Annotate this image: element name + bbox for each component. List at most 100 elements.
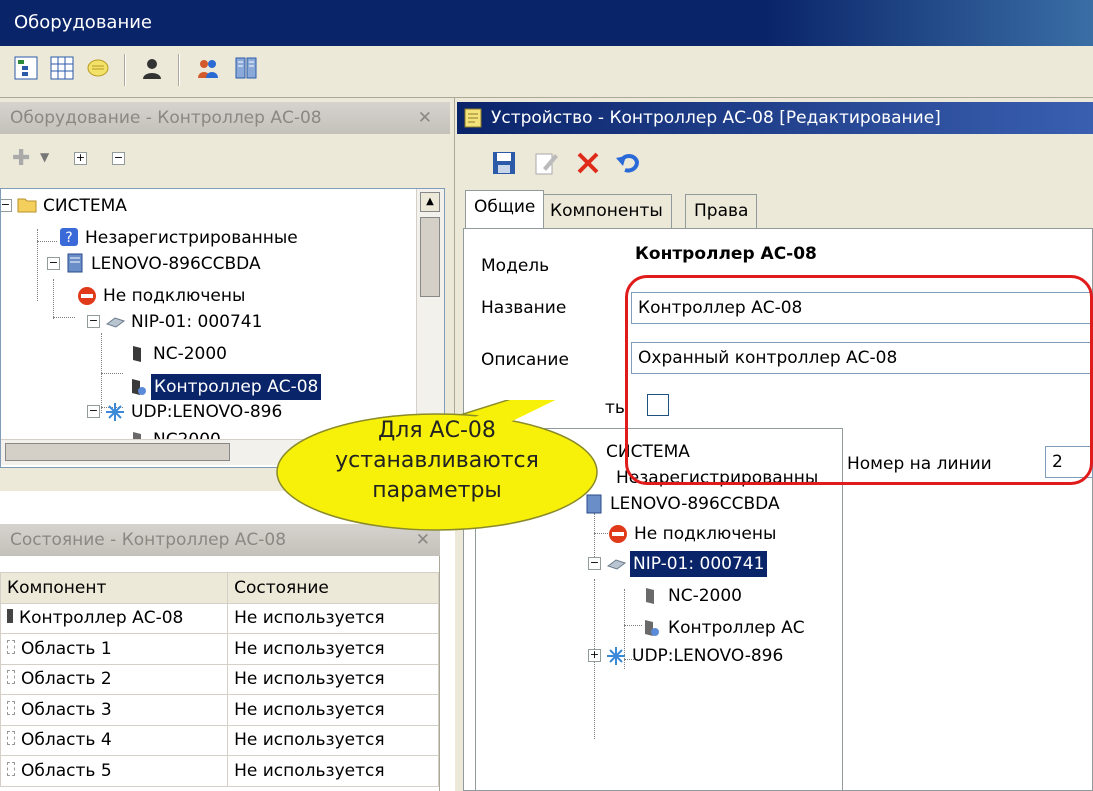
tree-item-label: Незарегистрированные [85, 228, 298, 248]
tree-item-label: Не подключены [103, 286, 246, 306]
equipment-panel-title: Оборудование - Контроллер АС-08 ✕ [0, 102, 450, 134]
svg-text:?: ? [65, 230, 72, 246]
tree-item-label: UDP:LENOVO-896 [131, 402, 283, 422]
column-header[interactable]: Компонент [0, 572, 229, 604]
main-toolbar [0, 46, 1093, 98]
scroll-up-icon[interactable]: ▲ [420, 192, 440, 212]
device-icon [105, 317, 125, 328]
window-title-bar: Оборудование [0, 0, 1093, 46]
device-toolbar [463, 142, 1083, 186]
equipment-toolbar: ✚ ▼ + − [4, 138, 444, 178]
tree-item-label: NC-2000 [153, 344, 227, 364]
tree-view-icon[interactable] [14, 56, 38, 80]
window-title: Оборудование [14, 12, 152, 33]
network-icon [607, 647, 625, 665]
model-value: Контроллер АС-08 [635, 244, 817, 264]
server-icon [67, 253, 83, 273]
state-panel-title-text: Состояние - Контроллер АС-08 [10, 530, 287, 550]
tab-components[interactable]: Компоненты [541, 194, 672, 228]
area-icon [7, 700, 15, 715]
callout-line: устанавливаются [335, 448, 539, 473]
properties-area [841, 432, 1093, 791]
table-row[interactable]: Область 5 Не используется [0, 755, 439, 787]
table-row[interactable]: Область 3 Не используется [0, 694, 439, 726]
tree-item-label: LENOVO-896CCBDA [610, 494, 780, 514]
network-icon [106, 403, 124, 421]
cell-component: Область 2 [21, 669, 112, 690]
tree-item-label: NC-2000 [668, 586, 742, 606]
controller-icon [133, 346, 141, 362]
tree-item-label: NIP-01: 000741 [630, 551, 768, 577]
state-panel: Состояние - Контроллер АС-08 ✕ Компонент… [0, 520, 440, 791]
users-icon[interactable] [196, 56, 220, 80]
cell-state: Не используется [227, 724, 439, 756]
state-table: Компонент Состояние Контроллер АС-08 Не и… [0, 572, 439, 787]
column-header[interactable]: Состояние [227, 572, 439, 604]
save-icon[interactable] [491, 150, 517, 176]
tree-item-label: Контроллер АС-08 [151, 374, 322, 400]
question-icon: ? [60, 228, 78, 246]
area-icon [7, 639, 15, 654]
cell-state: Не используется [227, 633, 439, 665]
cell-state: Не используется [227, 755, 439, 787]
area-icon [7, 761, 15, 776]
table-row[interactable]: Область 4 Не используется [0, 724, 439, 756]
checkbox-label: ть [605, 398, 625, 418]
document-icon [464, 108, 482, 128]
expand-all-icon[interactable]: + [74, 152, 87, 165]
no-entry-icon [78, 287, 96, 305]
table-row[interactable]: Область 1 Не используется [0, 633, 439, 665]
controller-icon [132, 379, 146, 395]
note-icon[interactable] [86, 56, 110, 80]
tree-item-label: Не подключены [634, 524, 777, 544]
scroll-thumb[interactable] [5, 443, 230, 461]
add-icon[interactable]: ✚ [12, 146, 30, 171]
cell-component: Область 1 [21, 638, 112, 659]
cell-state: Не используется [227, 602, 439, 634]
area-icon [7, 731, 15, 746]
callout-line: Для АС-08 [378, 418, 496, 443]
tree-item-label: UDP:LENOVO-896 [632, 646, 784, 666]
equipment-panel-title-text: Оборудование - Контроллер АС-08 [10, 108, 322, 128]
controller-icon [7, 609, 13, 624]
table-row[interactable]: Контроллер АС-08 Не используется [0, 602, 439, 634]
collapse-all-icon[interactable]: − [112, 152, 125, 165]
folder-icon [17, 198, 37, 213]
device-panel-title-text: Устройство - Контроллер АС-08 [Редактиро… [491, 108, 941, 128]
tree-item-label: СИСТЕМА [43, 196, 127, 216]
edit-icon[interactable] [533, 150, 559, 176]
description-label: Описание [481, 350, 569, 370]
tab-rights[interactable]: Права [685, 194, 758, 228]
tree-item-label: LENOVO-896CCBDA [91, 254, 261, 274]
tree-item-label: NIP-01: 000741 [131, 312, 263, 332]
no-entry-icon [609, 525, 627, 543]
callout-line: параметры [372, 478, 502, 503]
chevron-down-icon[interactable]: ▼ [40, 150, 49, 164]
cell-component: Контроллер АС-08 [19, 608, 184, 629]
model-label: Модель [481, 256, 550, 276]
undo-icon[interactable] [615, 150, 641, 176]
user-icon[interactable] [140, 56, 164, 80]
vertical-scrollbar[interactable]: ▲ [416, 189, 444, 429]
scroll-thumb[interactable] [420, 217, 440, 297]
table-row[interactable]: Область 2 Не используется [0, 663, 439, 695]
area-icon [7, 670, 15, 685]
tab-general[interactable]: Общие [465, 190, 545, 228]
controller-icon [645, 620, 659, 636]
delete-icon[interactable] [575, 150, 601, 176]
close-icon[interactable]: ✕ [418, 102, 432, 134]
device-icon [606, 559, 626, 570]
controller-icon [646, 588, 654, 604]
highlight-frame [625, 275, 1093, 485]
device-panel-title: Устройство - Контроллер АС-08 [Редактиро… [457, 102, 1093, 134]
cell-state: Не используется [227, 694, 439, 726]
cell-component: Область 5 [21, 760, 112, 781]
cell-state: Не используется [227, 663, 439, 695]
callout-text: Для АС-08 устанавливаются параметры [272, 416, 602, 506]
grid-view-icon[interactable] [50, 56, 74, 80]
cell-component: Область 4 [21, 730, 112, 751]
cell-component: Область 3 [21, 699, 112, 720]
devices-icon[interactable] [234, 56, 258, 80]
tree-item-label: Контроллер АС [668, 618, 805, 638]
name-label: Название [481, 298, 567, 318]
